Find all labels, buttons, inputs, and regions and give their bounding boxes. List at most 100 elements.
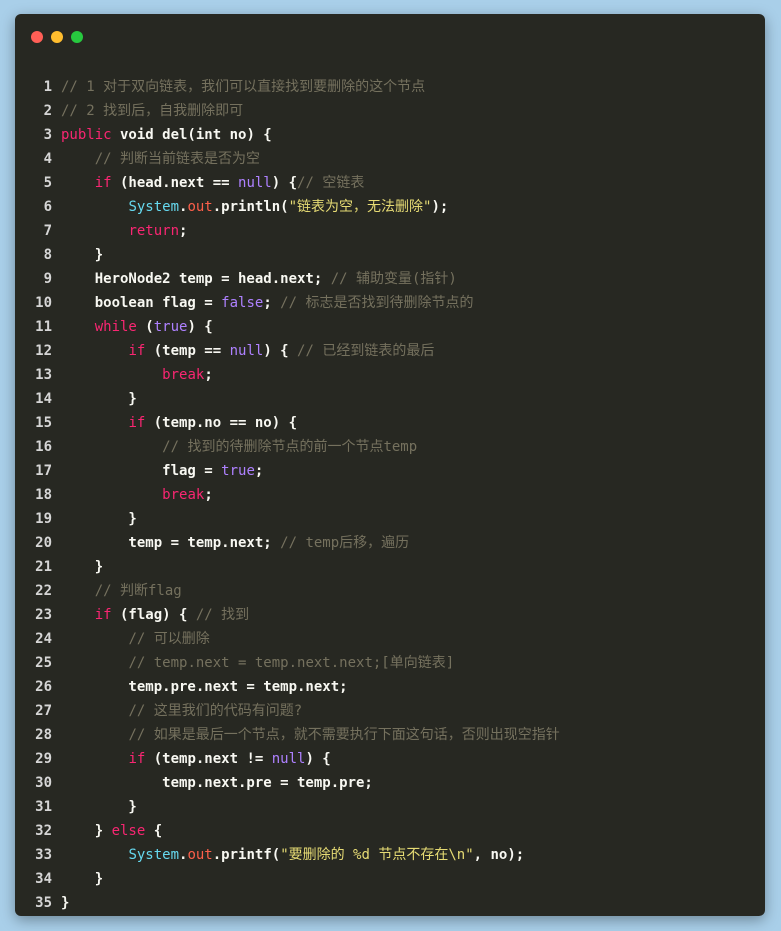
code-line: 2 // 2 找到后，自我删除即可 [15,99,765,123]
code-line: 27 // 这里我们的代码有问题? [15,699,765,723]
code-token-plain: ) { [271,175,298,191]
code-token-plain: } [61,559,104,575]
line-number: 12 [35,343,52,359]
code-token-plain: temp.pre.next = temp.next; [61,679,348,695]
code-token-plain: (head.next == [111,175,239,191]
code-line: 17 flag = true; [15,459,765,483]
code-token-type: System [128,847,180,863]
code-line: 21 } [15,555,765,579]
code-token-plain: } [61,391,137,407]
code-token-literal: null [238,175,272,191]
line-number: 14 [35,391,52,407]
line-number: 31 [35,799,52,815]
code-window: 1 // 1 对于双向链表，我们可以直接找到要删除的这个节点 2 // 2 找到后，自… [15,14,765,916]
close-dot-icon[interactable] [31,31,43,43]
code-line: 5 if (head.next == null) {// 空链表 [15,171,765,195]
code-token-comment: // 如果是最后一个节点，就不需要执行下面这句话，否则出现空指针 [128,727,560,743]
code-line: 4 // 判断当前链表是否为空 [15,147,765,171]
code-token-plain: { [145,823,163,839]
line-number: 25 [35,655,52,671]
code-line: 3 public void del(int no) { [15,123,765,147]
code-line: 7 return; [15,219,765,243]
line-number: 2 [43,103,52,119]
line-number: 17 [35,463,52,479]
code-token-keyword: public [61,127,112,143]
code-token-plain: HeroNode2 temp = head.next; [61,271,331,287]
line-number: 26 [35,679,52,695]
code-token-plain: ( [136,319,154,335]
code-line: 30 temp.next.pre = temp.pre; [15,771,765,795]
code-token-comment: // 可以删除 [128,631,210,647]
code-token-literal: null [229,343,264,359]
code-token-keyword: while [94,319,137,335]
code-line: 13 break; [15,363,765,387]
code-line: 22 // 判断flag [15,579,765,603]
code-token-plain: .printf( [212,847,281,863]
maximize-dot-icon[interactable] [71,31,83,43]
code-token-keyword: if [128,415,146,431]
line-number: 27 [35,703,52,719]
line-number: 24 [35,631,52,647]
code-line: 12 if (temp == null) { // 已经到链表的最后 [15,339,765,363]
code-token-literal: true [153,319,188,335]
line-number: 5 [43,175,52,191]
code-line: 11 while (true) { [15,315,765,339]
line-number: 18 [35,487,52,503]
code-line: 25 // temp.next = temp.next.next;[单向链表] [15,651,765,675]
code-token-plain: } [61,871,104,887]
line-number: 30 [35,775,52,791]
code-token-plain: ); [431,199,449,215]
code-token-plain: void del(int no) { [111,127,272,143]
code-token-plain: ) { [263,343,298,359]
code-token-plain: ) { [305,751,331,767]
line-number: 28 [35,727,52,743]
code-token-keyword: else [111,823,146,839]
code-token-keyword: break [162,367,205,383]
code-line: 32 } else { [15,819,765,843]
code-token-type: System [128,199,180,215]
code-line: 19 } [15,507,765,531]
code-token-plain: } [61,823,112,839]
code-token-comment: // 判断当前链表是否为空 [94,151,261,167]
code-token-string: "链表为空，无法删除" [288,199,432,215]
code-line: 14 } [15,387,765,411]
code-token-keyword: if [94,607,112,623]
code-token-plain: temp.next.pre = temp.pre; [61,775,373,791]
code-token-plain: (temp.no == no) { [145,415,298,431]
line-number: 10 [35,295,52,311]
code-line: 35} [15,891,765,915]
minimize-dot-icon[interactable] [51,31,63,43]
code-token-plain: (flag) { [111,607,196,623]
line-number: 23 [35,607,52,623]
code-line: 9 HeroNode2 temp = head.next; // 辅助变量(指针… [15,267,765,291]
code-token-field: out [187,847,213,863]
code-token-plain: } [61,799,137,815]
code-token-comment: // 2 找到后，自我删除即可 [61,103,244,119]
line-number: 1 [43,79,52,95]
code-line: 6 System. out .println("链表为空，无法删除"); [15,195,765,219]
code-line: 20 temp = temp.next; // temp后移，遍历 [15,531,765,555]
code-block[interactable]: 1 // 1 对于双向链表，我们可以直接找到要删除的这个节点 2 // 2 找到后，自… [15,75,765,915]
code-line: 29 if (temp.next != null) { [15,747,765,771]
code-line: 18 break; [15,483,765,507]
code-token-keyword: return [128,223,180,239]
code-token-plain: , no); [473,847,525,863]
line-number: 9 [43,271,52,287]
line-number: 34 [35,871,52,887]
code-token-plain: ; [179,223,188,239]
code-line: 33 System. out .printf("要删除的 %d 节点不存在\n", … [15,843,765,867]
code-line: 10 boolean flag = false; // 标志是否找到待删除节点的 [15,291,765,315]
code-token-plain: .println( [212,199,289,215]
line-number: 3 [43,127,52,143]
